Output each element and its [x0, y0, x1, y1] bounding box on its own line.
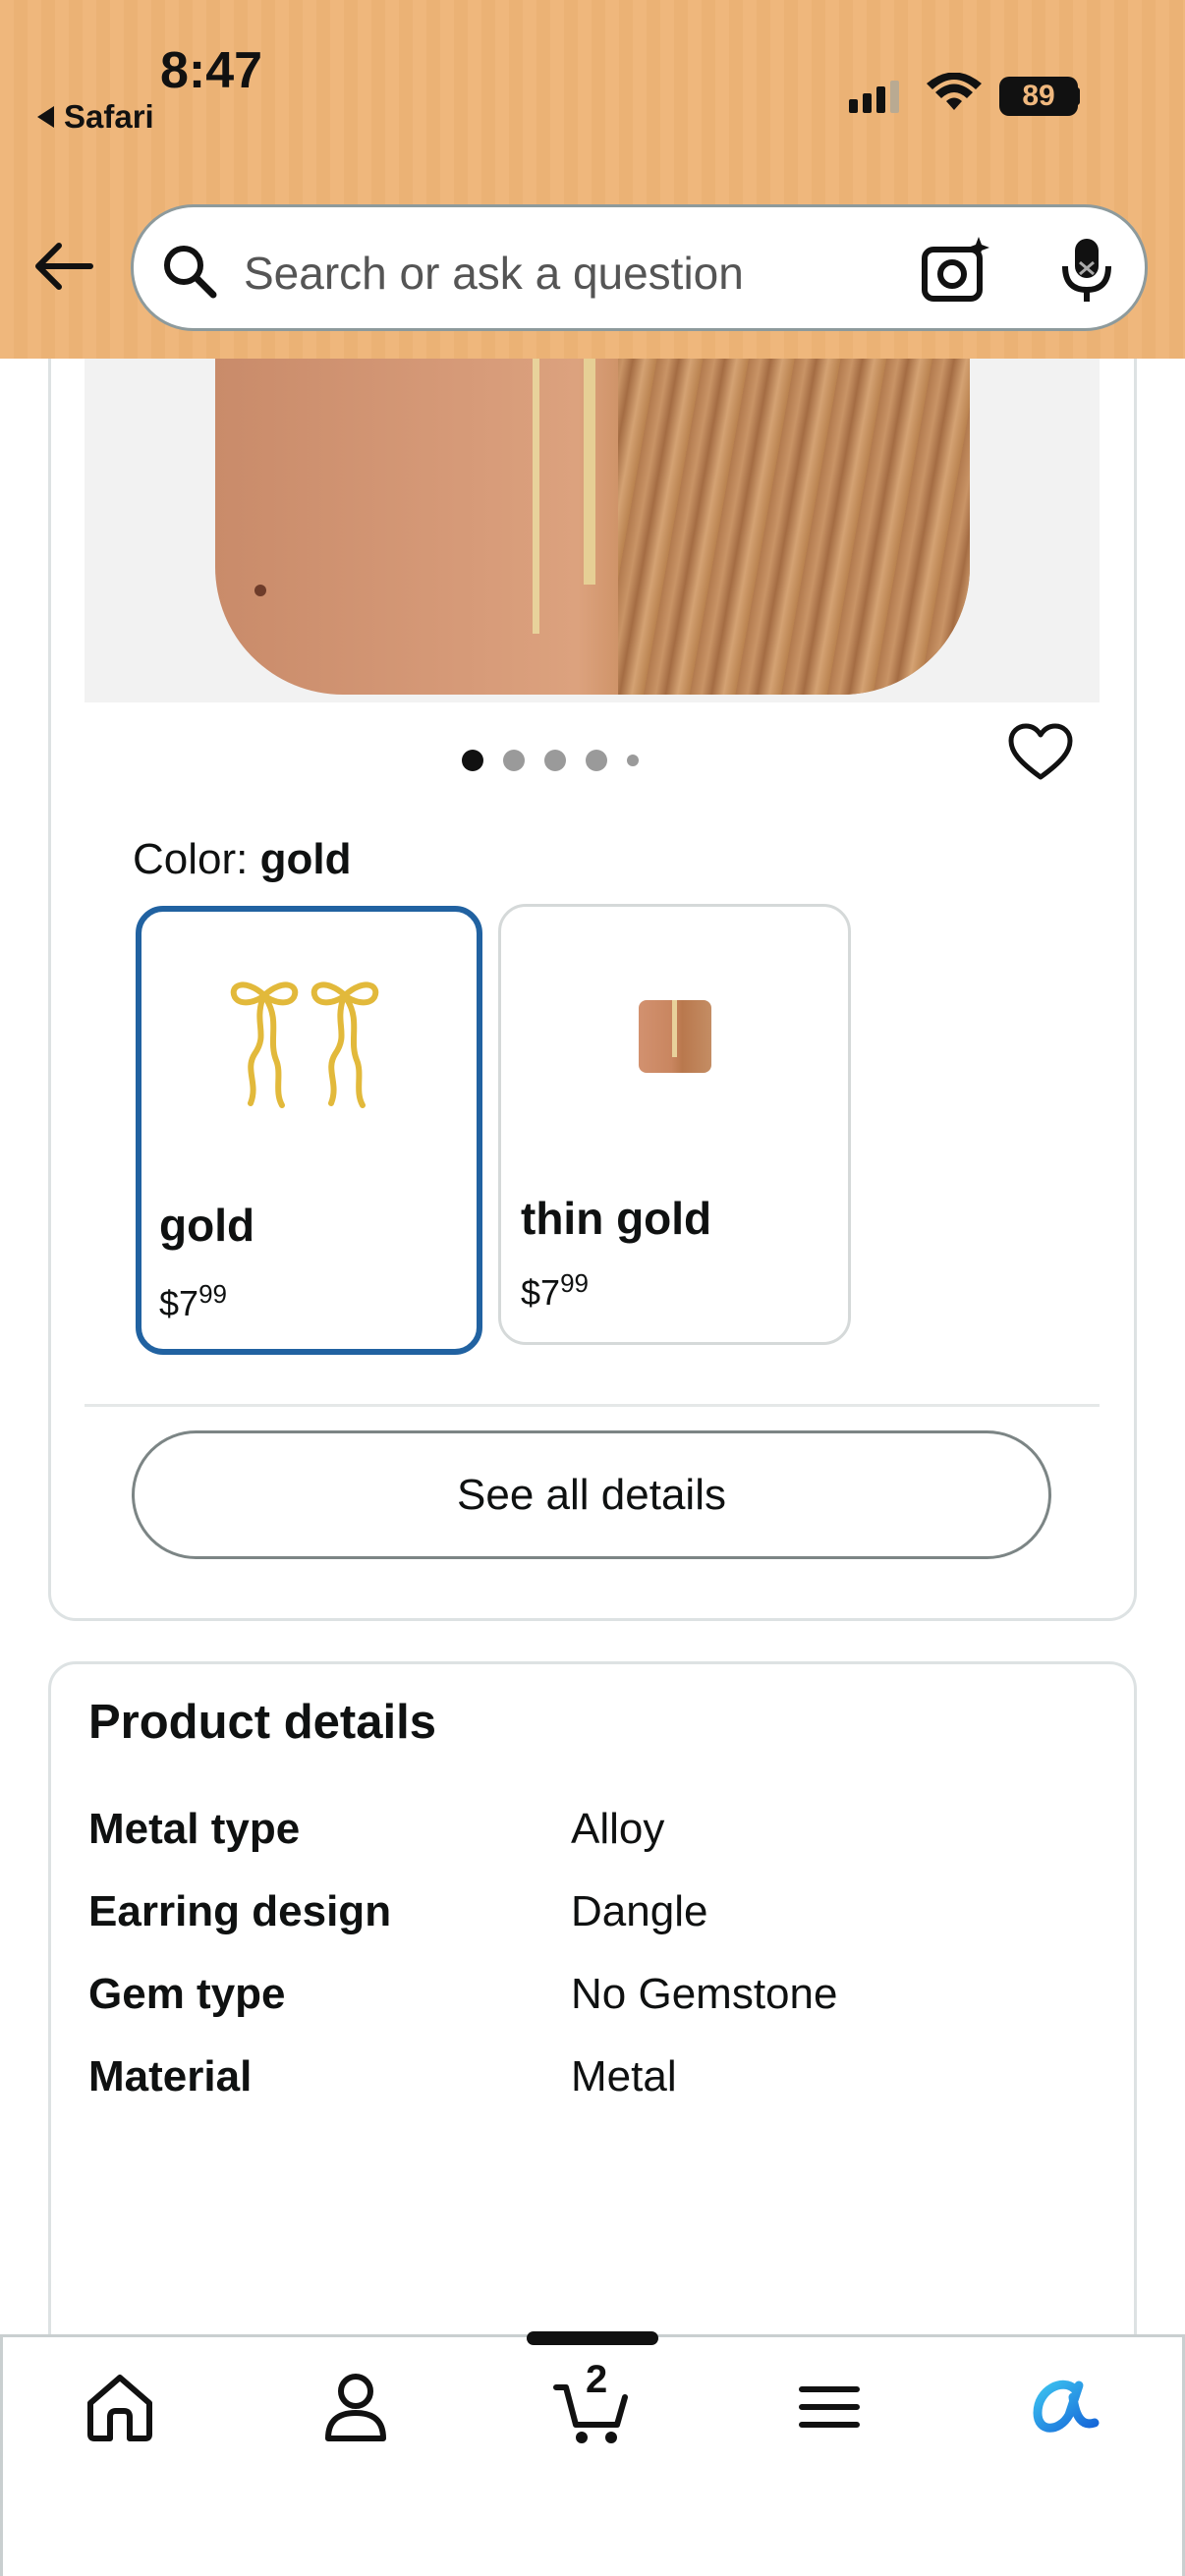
detail-row: Metal type Alloy	[88, 1805, 1071, 1864]
search-input[interactable]: Search or ask a question	[244, 247, 744, 300]
carousel-dot	[586, 750, 607, 771]
variant-swatch-gold[interactable]: gold $799	[136, 906, 482, 1355]
variant-name: gold	[159, 1200, 255, 1251]
carousel-dot	[627, 755, 639, 766]
detail-key: Material	[88, 2052, 253, 2100]
earring-bar	[584, 349, 595, 585]
wishlist-heart-icon[interactable]	[1007, 722, 1074, 783]
battery-indicator: 89	[999, 77, 1078, 116]
detail-key: Metal type	[88, 1805, 301, 1853]
battery-cap	[1074, 87, 1080, 105]
variant-swatch-thin-gold[interactable]: thin gold $799	[498, 904, 851, 1345]
selected-color: gold	[259, 835, 352, 883]
see-all-details-button[interactable]: See all details	[132, 1430, 1051, 1559]
variant-price: $799	[521, 1268, 589, 1314]
price-fraction: 99	[560, 1268, 589, 1298]
search-bar[interactable]: Search or ask a question	[131, 204, 1148, 331]
search-icon	[164, 246, 217, 299]
tab-indicator	[527, 2331, 658, 2345]
back-app-label: Safari	[64, 98, 154, 135]
microphone-icon[interactable]	[1057, 235, 1116, 306]
header: 8:47 Safari 89 Search or ask a question	[0, 0, 1185, 359]
detail-row: Material Metal	[88, 2052, 1071, 2111]
detail-value: Dangle	[571, 1887, 708, 1935]
detail-row: Earring design Dangle	[88, 1887, 1071, 1946]
back-triangle-icon	[37, 106, 54, 128]
camera-search-icon[interactable]	[920, 235, 990, 306]
home-icon[interactable]	[81, 2368, 159, 2446]
price-whole: 7	[179, 1283, 199, 1323]
status-time: 8:47	[160, 42, 263, 99]
detail-key: Gem type	[88, 1970, 286, 2018]
detail-value: Alloy	[571, 1805, 665, 1853]
hair-texture	[618, 349, 970, 695]
back-to-app-link[interactable]: Safari	[37, 98, 154, 136]
thin-gold-thumbnail	[639, 1000, 711, 1073]
product-photo	[215, 349, 970, 695]
price-symbol: $	[159, 1283, 180, 1323]
carousel-dot-active	[462, 750, 483, 771]
variant-price: $799	[159, 1279, 227, 1324]
carousel-dot	[544, 750, 566, 771]
detail-value: Metal	[571, 2052, 677, 2100]
product-image[interactable]	[85, 349, 1100, 702]
color-label-prefix: Color:	[133, 835, 249, 883]
detail-key: Earring design	[88, 1887, 392, 1935]
cellular-signal-icon	[849, 81, 899, 113]
product-details-title: Product details	[88, 1696, 436, 1749]
earring-chain	[533, 349, 539, 634]
price-symbol: $	[521, 1272, 541, 1313]
bow-earrings-image	[230, 981, 379, 1108]
image-carousel-dots[interactable]	[462, 750, 639, 771]
price-whole: 7	[540, 1272, 561, 1313]
wifi-icon	[927, 73, 982, 110]
price-fraction: 99	[198, 1279, 227, 1309]
menu-icon[interactable]	[790, 2368, 869, 2446]
variant-name: thin gold	[521, 1193, 712, 1244]
detail-row: Gem type No Gemstone	[88, 1970, 1071, 2029]
divider	[85, 1404, 1100, 1407]
rufus-icon[interactable]	[1024, 2368, 1102, 2446]
skin-detail	[254, 585, 266, 596]
account-icon[interactable]	[316, 2368, 395, 2446]
back-arrow-icon[interactable]	[29, 232, 98, 301]
carousel-dot	[503, 750, 525, 771]
cart-count-badge: 2	[586, 2358, 608, 2401]
detail-value: No Gemstone	[571, 1970, 838, 2018]
color-label: Color: gold	[133, 835, 351, 884]
